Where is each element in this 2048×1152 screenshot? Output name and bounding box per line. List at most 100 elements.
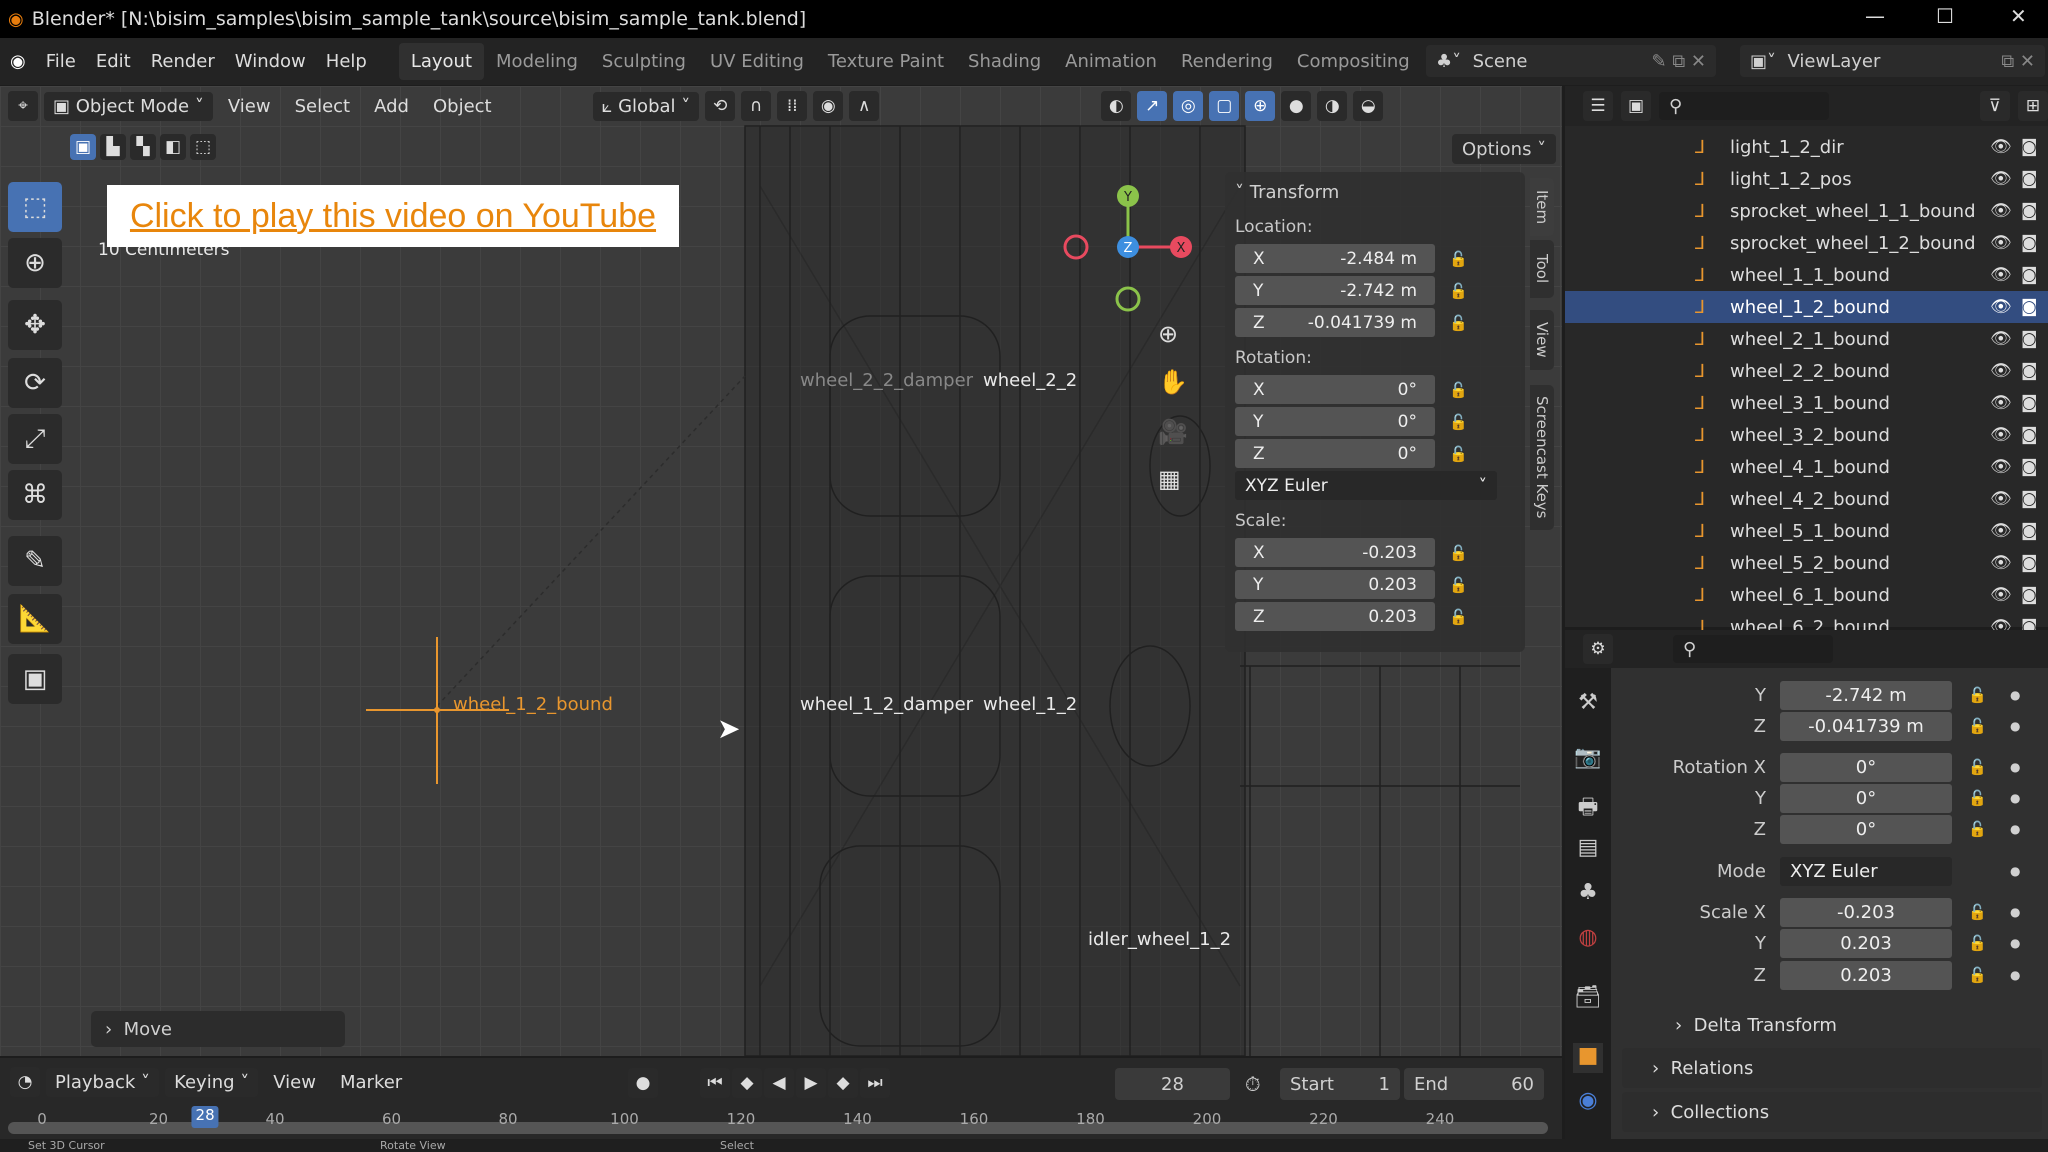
camera-render-icon[interactable]: ◙	[2021, 201, 2038, 221]
camera-render-icon[interactable]: ◙	[2021, 169, 2038, 189]
rotation-mode-dropdown[interactable]: XYZ Euler	[1780, 856, 1952, 886]
menu-select[interactable]: Select	[286, 92, 360, 121]
camera-render-icon[interactable]: ◙	[2021, 489, 2038, 509]
lock-icon[interactable]: 🔓	[1449, 250, 1468, 268]
render-properties-icon[interactable]: 📷	[1573, 745, 1603, 775]
outliner-item[interactable]: ⅃ wheel_1_2_bound 👁 ◙	[1565, 291, 2048, 323]
scale-field[interactable]: Y 0.203	[1235, 570, 1435, 599]
outliner-item[interactable]: ⅃ light_1_2_dir 👁 ◙	[1565, 131, 2048, 163]
annotate-tool[interactable]: ✎	[8, 536, 62, 586]
stopwatch-icon[interactable]: ⏱	[1245, 1072, 1261, 1096]
menu-view[interactable]: View	[219, 92, 280, 121]
outliner-item[interactable]: ⅃ wheel_5_2_bound 👁 ◙	[1565, 547, 2048, 579]
close-button[interactable]: ✕	[2010, 4, 2027, 28]
property-field[interactable]: -0.203	[1780, 897, 1952, 927]
prev-keyframe-icon[interactable]: ◆	[732, 1068, 762, 1098]
sidebar-tab-view[interactable]: View	[1530, 310, 1554, 370]
outliner-item[interactable]: ⅃ wheel_3_1_bound 👁 ◙	[1565, 387, 2048, 419]
transform-header[interactable]: ˅ Transform	[1235, 182, 1515, 203]
lock-icon[interactable]: 🔓	[1449, 445, 1468, 463]
select-intersect-icon[interactable]: ⬚	[190, 134, 216, 160]
editor-type-icon[interactable]: ◔	[10, 1067, 40, 1097]
rotation-field[interactable]: Z 0°	[1235, 439, 1435, 468]
snap-target-icon[interactable]: ⁞⁞	[777, 91, 808, 121]
lock-icon[interactable]: 🔓	[1449, 544, 1468, 562]
eye-icon[interactable]: 👁	[1990, 585, 2012, 605]
scale-field[interactable]: Z 0.203	[1235, 602, 1435, 631]
menu-add[interactable]: Add	[365, 92, 418, 121]
lock-icon[interactable]: 🔓	[1968, 966, 1987, 984]
keyframe-dot-icon[interactable]: ●	[2010, 968, 2020, 982]
camera-render-icon[interactable]: ◙	[2021, 457, 2038, 477]
property-field[interactable]: 0.203	[1780, 928, 1952, 958]
eye-icon[interactable]: 👁	[1990, 425, 2012, 445]
lock-icon[interactable]: 🔓	[1449, 413, 1468, 431]
measure-tool[interactable]: 📐	[8, 594, 62, 644]
falloff-icon[interactable]: ∧	[849, 91, 880, 121]
rotation-mode-dropdown[interactable]: XYZ Euler ˅	[1235, 471, 1497, 500]
outliner-item[interactable]: ⅃ wheel_5_1_bound 👁 ◙	[1565, 515, 2048, 547]
lock-icon[interactable]: 🔓	[1449, 608, 1468, 626]
options-button[interactable]: Options ˅	[1452, 134, 1557, 164]
tab-animation[interactable]: Animation	[1053, 43, 1169, 80]
eye-icon[interactable]: 👁	[1990, 553, 2012, 573]
filter-icon[interactable]: ⊽	[1980, 91, 2010, 121]
view-layer-properties-icon[interactable]: ▤	[1573, 835, 1603, 865]
pan-view-icon[interactable]: ✋	[1158, 368, 1188, 396]
tab-sculpting[interactable]: Sculpting	[590, 43, 698, 80]
rendered-shading-icon[interactable]: ◒	[1353, 91, 1384, 121]
overlay-toggle-icon[interactable]: ◎	[1173, 91, 1204, 121]
navigation-gizmo[interactable]: Y X Z	[1060, 180, 1200, 320]
eye-icon[interactable]: 👁	[1990, 233, 2012, 253]
property-field[interactable]: -2.742 m	[1780, 680, 1952, 710]
eye-icon[interactable]: 👁	[1990, 361, 2012, 381]
add-cube-tool[interactable]: ▣	[8, 654, 62, 704]
lock-icon[interactable]: 🔓	[1968, 934, 1987, 952]
lock-icon[interactable]: 🔓	[1449, 314, 1468, 332]
display-mode-icon[interactable]: ▣	[1621, 91, 1651, 121]
camera-render-icon[interactable]: ◙	[2021, 393, 2038, 413]
relations-section[interactable]: › Relations	[1622, 1048, 2042, 1088]
play-icon[interactable]: ▶	[796, 1068, 826, 1098]
eye-icon[interactable]: 👁	[1990, 169, 2012, 189]
pin-icon[interactable]: ✎ ⧉ ✕	[1652, 51, 1706, 72]
menu-render[interactable]: Render	[141, 51, 225, 72]
eye-icon[interactable]: 👁	[1990, 489, 2012, 509]
camera-render-icon[interactable]: ◙	[2021, 233, 2038, 253]
outliner-item[interactable]: ⅃ wheel_2_2_bound 👁 ◙	[1565, 355, 2048, 387]
property-field[interactable]: 0°	[1780, 814, 1952, 844]
tab-rendering[interactable]: Rendering	[1169, 43, 1285, 80]
blender-menu-icon[interactable]: ◉	[0, 51, 36, 72]
visibility-icon[interactable]: ◐	[1101, 91, 1132, 121]
timeline-view-menu[interactable]: View	[264, 1068, 325, 1097]
location-field[interactable]: Z -0.041739 m	[1235, 308, 1435, 337]
eye-icon[interactable]: 👁	[1990, 265, 2012, 285]
select-invert-icon[interactable]: ◧	[160, 134, 186, 160]
outliner-item[interactable]: ⅃ wheel_2_1_bound 👁 ◙	[1565, 323, 2048, 355]
outliner-item[interactable]: ⅃ wheel_4_1_bound 👁 ◙	[1565, 451, 2048, 483]
object-properties-icon[interactable]: ■	[1573, 1043, 1603, 1073]
camera-render-icon[interactable]: ◙	[2021, 329, 2038, 349]
eye-icon[interactable]: 👁	[1990, 457, 2012, 477]
zoom-view-icon[interactable]: ⊕	[1158, 320, 1178, 348]
camera-render-icon[interactable]: ◙	[2021, 585, 2038, 605]
mode-selector[interactable]: ▣ Object Mode ˅	[44, 91, 213, 121]
new-collection-icon[interactable]: ⊞	[2018, 91, 2048, 121]
outliner-item[interactable]: ⅃ wheel_6_1_bound 👁 ◙	[1565, 579, 2048, 611]
rotate-tool[interactable]: ⟳	[8, 358, 62, 408]
snap-icon[interactable]: ∩	[741, 91, 772, 121]
camera-render-icon[interactable]: ◙	[2021, 425, 2038, 445]
menu-file[interactable]: File	[36, 51, 86, 72]
gizmo-neg-y-axis[interactable]	[1115, 286, 1141, 312]
outliner-search-input[interactable]: ⚲	[1659, 92, 1829, 120]
menu-edit[interactable]: Edit	[86, 51, 141, 72]
property-field[interactable]: -0.041739 m	[1780, 711, 1952, 741]
camera-render-icon[interactable]: ◙	[2021, 137, 2038, 157]
keying-menu[interactable]: Keying ˅	[165, 1067, 259, 1097]
material-shading-icon[interactable]: ◑	[1317, 91, 1348, 121]
tab-modeling[interactable]: Modeling	[484, 43, 590, 80]
minimize-button[interactable]: —	[1865, 4, 1885, 28]
wireframe-shading-icon[interactable]: ⊕	[1245, 91, 1276, 121]
auto-keying-icon[interactable]: ●	[628, 1068, 658, 1098]
lock-icon[interactable]: 🔓	[1449, 576, 1468, 594]
